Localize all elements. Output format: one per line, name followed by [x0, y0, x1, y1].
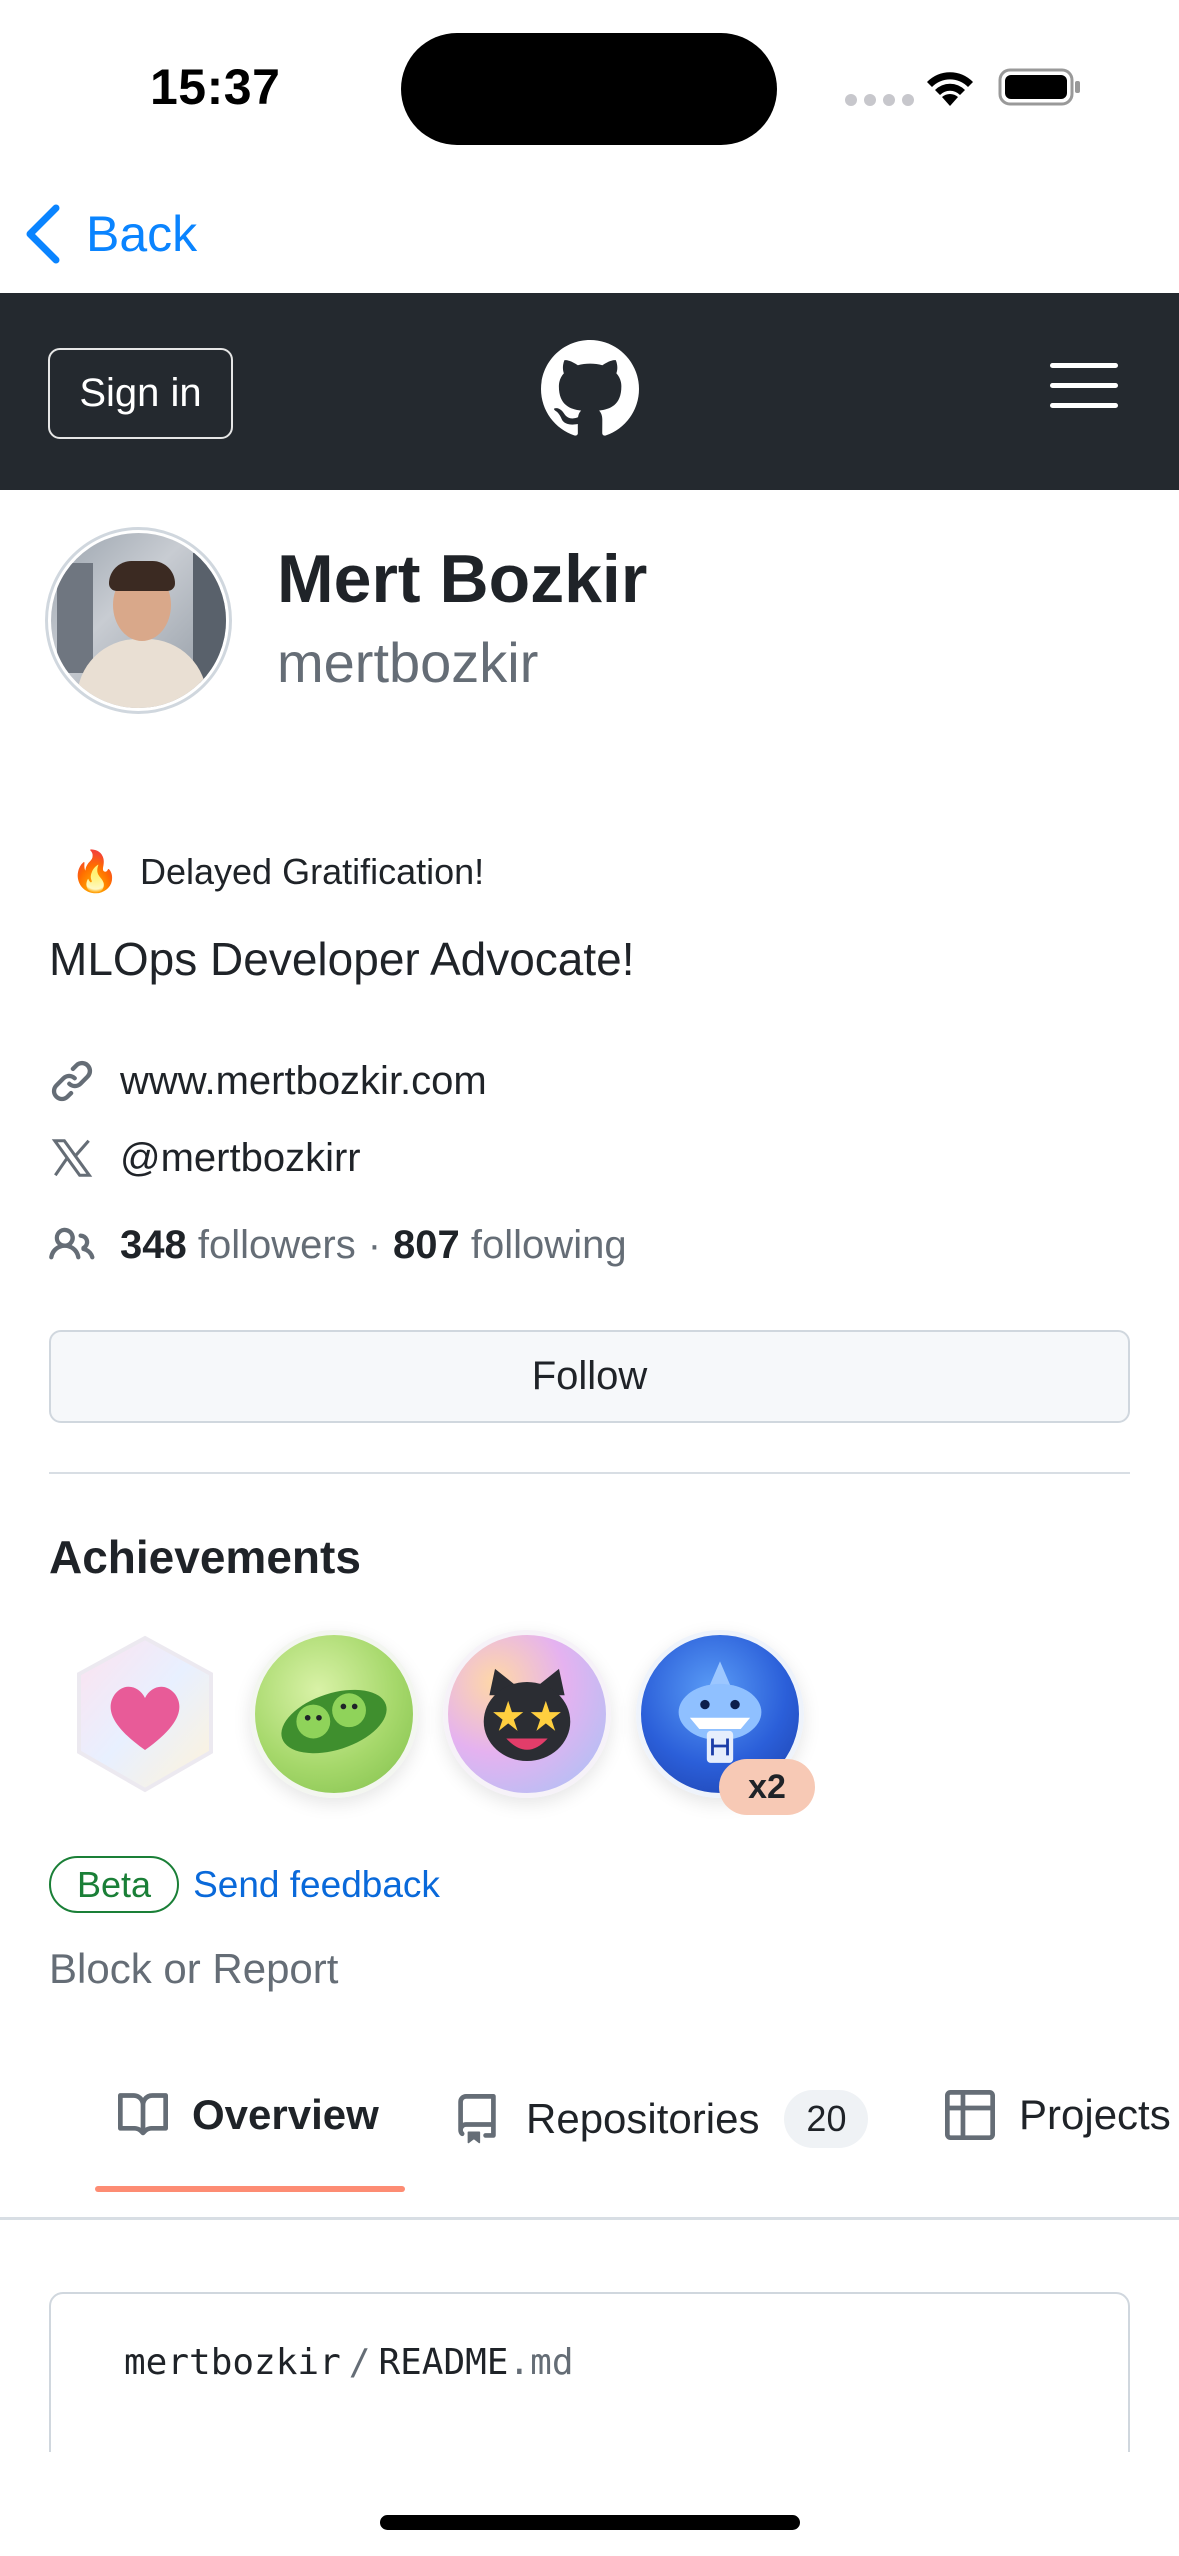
github-logo-icon[interactable]	[541, 340, 639, 438]
active-tab-indicator	[95, 2186, 405, 2192]
back-button[interactable]: Back	[24, 204, 197, 264]
table-icon	[945, 2090, 995, 2140]
tab-overview[interactable]: Overview	[118, 2090, 379, 2140]
followers-label: followers	[197, 1222, 356, 1267]
avatar[interactable]	[45, 527, 232, 714]
link-icon	[51, 1060, 93, 1102]
book-icon	[118, 2093, 168, 2136]
readme-file-name: README	[378, 2342, 509, 2383]
profile-tabs: Overview Repositories 20 Projects	[0, 2070, 1179, 2220]
sign-in-button[interactable]: Sign in	[48, 348, 233, 439]
readme-owner: mertbozkir	[124, 2342, 341, 2383]
x-logo-icon	[51, 1139, 93, 1177]
profile-login: mertbozkir	[277, 631, 539, 694]
starstruck-badge-icon[interactable]	[443, 1630, 611, 1798]
pair-extraordinaire-badge-icon[interactable]	[250, 1630, 418, 1798]
heart-on-sleeve-badge-icon[interactable]	[61, 1630, 229, 1798]
profile-name: Mert Bozkir	[277, 541, 648, 617]
following-count: 807	[393, 1222, 460, 1267]
follow-stats: 348 followers · 807 following	[49, 1222, 627, 1268]
repo-icon	[458, 2094, 496, 2144]
tab-projects[interactable]: Projects	[945, 2090, 1171, 2140]
status-bar: 15:37	[0, 0, 1179, 175]
avatar-photo	[51, 533, 226, 708]
repositories-count-badge: 20	[784, 2090, 869, 2148]
navigation-bar: Back	[0, 175, 1179, 293]
path-separator: /	[348, 2342, 371, 2383]
dynamic-island	[401, 33, 777, 145]
github-header: Sign in	[0, 293, 1179, 490]
send-feedback-link[interactable]: Send feedback	[193, 1864, 440, 1906]
following-label: following	[470, 1222, 627, 1267]
status-time: 15:37	[150, 59, 281, 115]
bottom-safe-area	[0, 2452, 1179, 2556]
divider	[49, 1472, 1130, 1474]
chevron-left-icon	[26, 204, 60, 264]
beta-feedback-row: Beta Send feedback	[49, 1856, 440, 1913]
tab-projects-label: Projects	[1019, 2091, 1171, 2138]
beta-label: Beta	[49, 1856, 180, 1913]
wifi-icon	[927, 72, 973, 106]
fire-icon: 🔥	[70, 850, 120, 894]
back-label: Back	[86, 206, 198, 262]
block-or-report-link[interactable]: Block or Report	[49, 1945, 338, 1993]
menu-hamburger-icon[interactable]	[1050, 363, 1118, 419]
followers-count: 348	[120, 1222, 187, 1267]
readme-path[interactable]: mertbozkir / README.md	[124, 2342, 574, 2383]
tab-repositories-label: Repositories	[526, 2095, 760, 2142]
badge-count: x2	[719, 1759, 815, 1815]
cellular-signal-icon	[845, 94, 914, 106]
follow-button[interactable]: Follow	[49, 1330, 1130, 1423]
readme-file-ext: .md	[508, 2342, 574, 2383]
twitter-handle: @mertbozkirr	[120, 1135, 361, 1180]
battery-icon	[998, 68, 1080, 106]
twitter-link[interactable]: @mertbozkirr	[49, 1135, 361, 1181]
profile-bio: MLOps Developer Advocate!	[49, 933, 635, 985]
people-icon	[49, 1227, 95, 1260]
following-link[interactable]: 807 following	[393, 1223, 627, 1268]
tab-overview-label: Overview	[192, 2091, 379, 2138]
status-text: Delayed Gratification!	[140, 850, 485, 892]
followers-link[interactable]: 348 followers	[120, 1223, 356, 1268]
tab-repositories[interactable]: Repositories 20	[452, 2090, 869, 2148]
user-status: 🔥 Delayed Gratification!	[70, 848, 484, 895]
home-indicator[interactable]	[380, 2515, 800, 2530]
follow-separator: ·	[367, 1222, 382, 1267]
website-text: www.mertbozkir.com	[120, 1058, 487, 1103]
achievements-heading: Achievements	[49, 1531, 361, 1583]
website-link[interactable]: www.mertbozkir.com	[49, 1058, 487, 1104]
